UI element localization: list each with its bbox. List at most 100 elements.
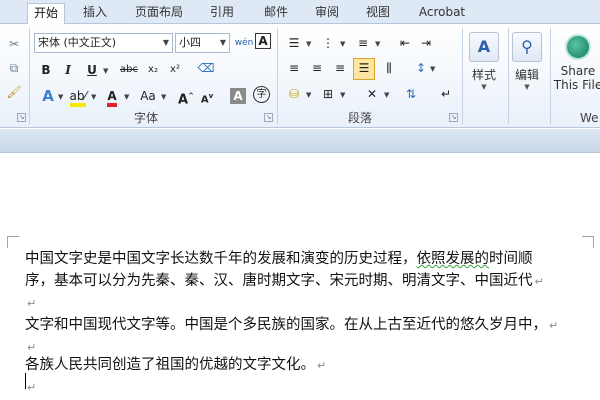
change-case-label: Aa	[140, 89, 156, 103]
paragraph-mark: ↵	[317, 359, 327, 372]
chevron-down-icon[interactable]: ▼	[58, 93, 63, 101]
bullets-icon[interactable]: ☰	[284, 33, 304, 53]
page-corner-mark	[582, 236, 594, 248]
distributed-icon[interactable]: ⫼	[379, 58, 399, 78]
align-right-icon[interactable]: ≡	[330, 58, 350, 78]
phonetic-guide-label: wén	[234, 38, 254, 48]
enclose-characters-label: 字	[256, 89, 267, 100]
line-text: 中国文字史是中国文字长达数千年的发展和演变的历史过程，	[25, 251, 417, 267]
tab-references[interactable]: 引用	[205, 3, 239, 24]
superscript-label: x²	[170, 64, 180, 75]
font-size-combo[interactable]: 小四 ▼	[175, 33, 230, 53]
text-cursor	[25, 373, 26, 389]
shrink-font-button[interactable]: Av	[197, 86, 217, 106]
chevron-down-icon[interactable]: ▼	[91, 93, 96, 101]
font-name-combo[interactable]: 宋体 (中文正文) ▼	[34, 33, 173, 53]
justify-icon[interactable]: ☰	[353, 58, 375, 80]
highlight-icon[interactable]: ab⁄	[68, 86, 88, 107]
grow-font-button[interactable]: A^	[176, 86, 196, 108]
clipboard-dialog-launcher[interactable]: ↘	[17, 113, 26, 122]
underline-button[interactable]: U	[82, 60, 102, 80]
align-center-icon[interactable]: ≡	[307, 58, 327, 78]
asian-layout-icon[interactable]: ✕	[362, 84, 382, 104]
tab-view[interactable]: 视图	[361, 3, 395, 24]
font-name-value: 宋体 (中文正文)	[38, 36, 117, 49]
character-border-button[interactable]: A	[255, 33, 271, 49]
tab-review[interactable]: 审阅	[310, 3, 344, 24]
borders-icon[interactable]: ⊞	[318, 84, 338, 104]
copy-icon[interactable]: ⧉	[4, 58, 24, 78]
superscript-button[interactable]: x²	[165, 60, 185, 80]
text-line: 各族人民共同创造了祖国的优越的文字文化。 ↵	[25, 354, 326, 376]
text-line: ↵	[25, 376, 36, 398]
chevron-down-icon[interactable]: ▼	[430, 65, 435, 73]
line-text: 各族人民共同创造了祖国的优越的文字文化。	[25, 357, 315, 373]
shrink-font-label: A	[200, 94, 209, 106]
sort-icon[interactable]: ⇅	[401, 84, 421, 104]
character-shading-icon[interactable]: A	[230, 88, 246, 104]
tab-insert[interactable]: 插入	[78, 3, 112, 24]
editing-button[interactable]: ⚲ 编辑 ▼	[504, 30, 550, 108]
chevron-down-icon[interactable]: ▼	[124, 93, 129, 101]
format-painter-icon[interactable]: 🖌	[4, 82, 24, 102]
font-size-value: 小四	[179, 36, 201, 49]
group-separator	[277, 28, 278, 124]
italic-button[interactable]: I	[58, 60, 78, 80]
font-color-icon[interactable]: A	[102, 86, 122, 107]
ribbon-tab-bar: 开始 插入 页面布局 引用 邮件 审阅 视图 Acrobat	[0, 0, 600, 24]
styles-button[interactable]: A 样式 ▼	[461, 30, 507, 108]
font-dialog-launcher[interactable]: ↘	[264, 113, 273, 122]
chevron-down-icon[interactable]: ▼	[217, 34, 229, 52]
tab-page-layout[interactable]: 页面布局	[128, 3, 190, 24]
chevron-down-icon[interactable]: ▼	[161, 93, 166, 101]
change-case-button[interactable]: Aa	[136, 86, 160, 106]
paragraph-dialog-launcher[interactable]: ↘	[449, 113, 458, 122]
grow-font-label: A	[178, 92, 189, 108]
line-spacing-icon[interactable]: ↕	[411, 58, 431, 78]
paragraph-group-label: 段落	[347, 111, 372, 125]
chevron-down-icon[interactable]: ▼	[103, 67, 108, 75]
chevron-down-icon[interactable]: ▼	[340, 40, 345, 48]
ribbon-lower-band	[0, 129, 600, 153]
binoculars-icon: ⚲	[512, 32, 542, 62]
tab-mailings[interactable]: 邮件	[259, 3, 293, 24]
align-left-icon[interactable]: ≡	[284, 58, 304, 78]
enclose-characters-button[interactable]: 字	[253, 86, 270, 103]
share-file-button[interactable]: Share This File	[553, 30, 600, 108]
page-corner-mark	[7, 236, 19, 248]
chevron-down-icon[interactable]: ▼	[340, 91, 345, 99]
tab-acrobat[interactable]: Acrobat	[412, 3, 472, 24]
text-line: 文字和中国现代文字等。中国是个多民族的国家。在从上古至近代的悠久岁月中， ↵	[25, 314, 558, 336]
chevron-down-icon[interactable]: ▼	[160, 34, 172, 52]
paragraph-mark: ↵	[549, 319, 559, 332]
bold-button[interactable]: B	[36, 60, 56, 80]
strikethrough-button[interactable]: abc	[117, 60, 141, 80]
numbering-icon[interactable]: ⋮	[318, 33, 338, 53]
phonetic-guide-button[interactable]: wén	[234, 33, 254, 53]
cut-icon[interactable]: ✂	[4, 34, 24, 54]
paragraph-mark: ↵	[534, 275, 544, 288]
paragraph-mark: ↵	[27, 381, 37, 394]
text-line: 序，基本可以分为先秦、秦、汉、唐时期文字、宋元时期、明清文字、中国近代 ↵	[25, 270, 544, 292]
styles-icon: A	[469, 32, 499, 62]
multilevel-list-icon[interactable]: ≡	[353, 33, 373, 53]
chevron-down-icon: ▼	[524, 83, 530, 91]
subscript-button[interactable]: x₂	[143, 60, 163, 80]
chevron-down-icon[interactable]: ▼	[306, 91, 311, 99]
strikethrough-label: abc	[120, 64, 138, 75]
text-effects-icon[interactable]: A	[38, 86, 58, 106]
tab-home[interactable]: 开始	[27, 3, 65, 24]
chevron-down-icon[interactable]: ▼	[306, 40, 311, 48]
clear-formatting-icon[interactable]: ⌫	[196, 58, 216, 78]
text-line: ↵	[25, 292, 36, 314]
increase-indent-icon[interactable]: ⇥	[416, 33, 436, 53]
decrease-indent-icon[interactable]: ⇤	[395, 33, 415, 53]
chevron-down-icon[interactable]: ▼	[375, 40, 380, 48]
bold-label: B	[41, 63, 51, 77]
chevron-down-icon[interactable]: ▼	[384, 91, 389, 99]
shading-icon[interactable]: ⛁	[284, 84, 304, 104]
show-formatting-icon[interactable]: ↵	[436, 84, 456, 104]
group-separator	[550, 28, 551, 124]
editing-label: 编辑	[514, 68, 539, 82]
chevron-down-icon: ▼	[481, 83, 487, 91]
